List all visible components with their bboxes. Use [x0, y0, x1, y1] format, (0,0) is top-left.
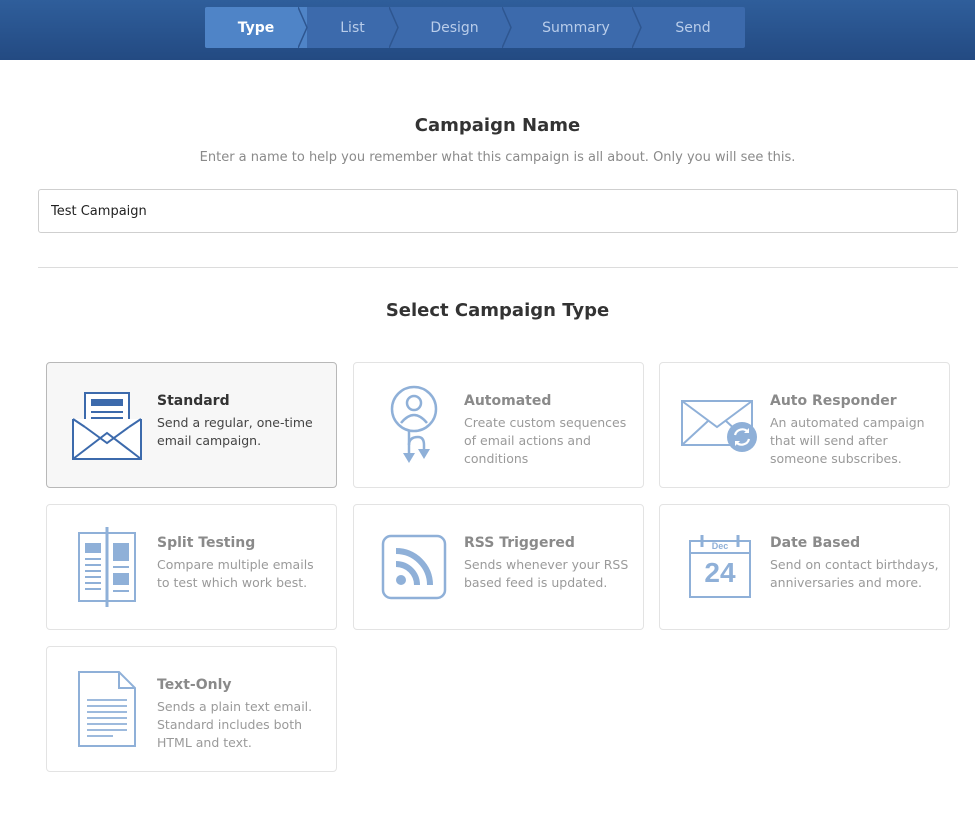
- card-description: Sends whenever your RSS based feed is up…: [464, 557, 629, 590]
- envelope-newsletter-icon: [67, 383, 147, 467]
- campaign-name-input[interactable]: [38, 189, 958, 233]
- wizard-steps: Type List Design Summary Send: [205, 7, 745, 48]
- top-navigation-bar: Type List Design Summary Send: [0, 0, 975, 60]
- text-document-icon: [67, 667, 147, 751]
- step-label: Send: [675, 19, 711, 36]
- campaign-type-auto-responder[interactable]: Auto Responder An automated campaign tha…: [659, 362, 950, 488]
- card-description: Sends a plain text email. Standard inclu…: [157, 699, 313, 750]
- step-separator: [298, 7, 316, 48]
- step-summary[interactable]: Summary: [511, 7, 642, 48]
- person-branch-icon: [374, 383, 454, 467]
- card-description: Send a regular, one-time email campaign.: [157, 415, 313, 448]
- card-title: Auto Responder: [770, 393, 897, 409]
- campaign-type-automated[interactable]: Automated Create custom sequences of ema…: [353, 362, 644, 488]
- campaign-name-subtitle: Enter a name to help you remember what t…: [199, 150, 796, 165]
- card-description: Send on contact birthdays, anniversaries…: [770, 557, 939, 590]
- step-label: Design: [430, 19, 479, 36]
- campaign-type-date-based[interactable]: Dec 24 Date Based Send on contact birthd…: [659, 504, 950, 630]
- card-description: Create custom sequences of email actions…: [464, 415, 627, 466]
- step-separator: [632, 7, 650, 48]
- campaign-type-rss-triggered[interactable]: RSS Triggered Sends whenever your RSS ba…: [353, 504, 644, 630]
- step-label: Type: [237, 19, 275, 36]
- campaign-type-title: Select Campaign Type: [385, 300, 610, 321]
- step-separator: [502, 7, 520, 48]
- campaign-type-split-testing[interactable]: Split Testing Compare multiple emails to…: [46, 504, 337, 630]
- card-title: Standard: [157, 393, 230, 409]
- step-design[interactable]: Design: [398, 7, 512, 48]
- rss-icon: [374, 525, 454, 609]
- card-title: Automated: [464, 393, 552, 409]
- step-list[interactable]: List: [307, 7, 399, 48]
- section-divider: [38, 267, 958, 268]
- step-separator: [389, 7, 407, 48]
- step-label: List: [340, 19, 365, 36]
- calendar-day: 24: [704, 557, 736, 588]
- step-label: Summary: [542, 19, 610, 36]
- card-description: Compare multiple emails to test which wo…: [157, 557, 314, 590]
- card-title: RSS Triggered: [464, 535, 575, 551]
- campaign-name-title: Campaign Name: [414, 115, 581, 136]
- split-document-icon: [67, 525, 147, 609]
- step-type[interactable]: Type: [205, 7, 308, 48]
- card-title: Date Based: [770, 535, 861, 551]
- campaign-type-text-only[interactable]: Text-Only Sends a plain text email. Stan…: [46, 646, 337, 772]
- card-title: Text-Only: [157, 677, 232, 693]
- card-title: Split Testing: [157, 535, 256, 551]
- calendar-icon: Dec 24: [680, 525, 760, 609]
- card-description: An automated campaign that will send aft…: [770, 415, 925, 466]
- calendar-month: Dec: [711, 541, 729, 551]
- step-send[interactable]: Send: [641, 7, 745, 48]
- envelope-refresh-icon: [680, 383, 760, 467]
- campaign-type-standard[interactable]: Standard Send a regular, one-time email …: [46, 362, 337, 488]
